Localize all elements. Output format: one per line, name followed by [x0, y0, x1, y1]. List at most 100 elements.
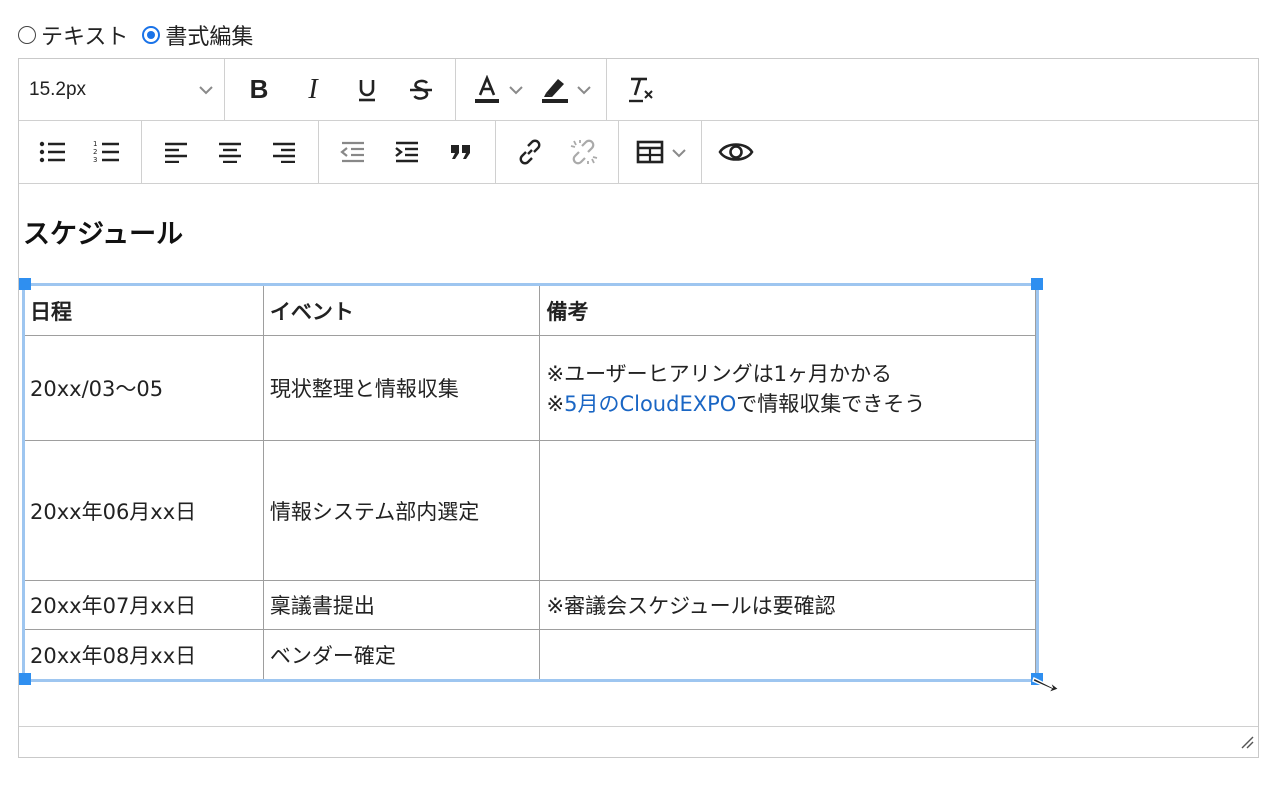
resize-grip-icon[interactable]: [1240, 734, 1254, 753]
outdent-button[interactable]: [333, 132, 373, 172]
resize-handle-bottom-left[interactable]: [19, 673, 31, 685]
bold-button[interactable]: B: [239, 70, 279, 110]
highlight-icon: [542, 78, 568, 103]
preview-group: [702, 121, 770, 183]
align-right-icon: [273, 142, 295, 163]
highlight-dropdown-icon[interactable]: [576, 80, 592, 99]
eye-icon: [718, 143, 754, 161]
numbered-list-button[interactable]: 123: [87, 132, 127, 172]
align-center-icon: [219, 142, 241, 163]
outdent-icon: [340, 141, 364, 163]
table-row: 20xx年07月xx日 稟議書提出 ※審議会スケジュールは要確認: [23, 580, 1036, 630]
bullet-list-icon: [39, 141, 65, 163]
strikethrough-icon: [410, 79, 432, 100]
quote-icon: [451, 145, 470, 159]
note-prefix: ※: [546, 392, 565, 416]
table-icon: [636, 140, 664, 164]
font-size-group: 15.2px: [19, 59, 225, 120]
note-line: ※ユーザーヒアリングは1ヶ月かかる: [546, 362, 893, 386]
header-cell-date[interactable]: 日程: [23, 285, 264, 336]
rich-mode-radio[interactable]: [142, 26, 161, 44]
clear-format-group: [607, 59, 675, 120]
editor-content-area[interactable]: スケジュール 日程 イベント 備考 20xx/03〜05 現状整理と情報収集 ※…: [19, 184, 1258, 727]
note-line: ※5月のCloudEXPOで情報収集できそう: [546, 388, 1029, 418]
bold-icon: B: [249, 74, 269, 104]
rich-mode-label: 書式編集: [165, 25, 254, 50]
text-color-dropdown-icon[interactable]: [508, 80, 524, 99]
indent-group: [319, 121, 496, 183]
table-group: [619, 121, 702, 183]
clear-format-icon: [629, 77, 653, 102]
strikethrough-button[interactable]: [401, 70, 441, 110]
indent-button[interactable]: [387, 132, 427, 172]
text-mode-label: テキスト: [41, 25, 129, 50]
insert-link-button[interactable]: [510, 132, 550, 172]
cell-event[interactable]: ベンダー確定: [262, 629, 541, 680]
rich-text-editor: 15.2px B I 1 2 3 スケジュール 日程 イベント 備考 20xx/…: [18, 58, 1259, 758]
color-group: [456, 59, 607, 120]
mode-option-rich[interactable]: 書式編集: [142, 19, 253, 51]
chevron-down-icon: [198, 79, 214, 101]
insert-table-button[interactable]: [633, 132, 667, 172]
highlight-button[interactable]: [538, 70, 572, 110]
cell-date[interactable]: 20xx年07月xx日: [23, 580, 264, 630]
link-icon: [519, 139, 541, 165]
text-mode-radio[interactable]: [18, 26, 36, 44]
text-color-icon: [475, 74, 499, 103]
svg-text:3: 3: [93, 156, 97, 164]
cell-event[interactable]: 情報システム部内選定: [262, 440, 541, 581]
content-heading: スケジュール: [23, 219, 184, 250]
clear-format-button[interactable]: [621, 70, 661, 110]
table-row: 20xx年06月xx日 情報システム部内選定: [23, 440, 1036, 581]
toolbar-row-formatting: 15.2px B I: [19, 59, 1258, 121]
resize-handle-top-left[interactable]: [19, 278, 31, 290]
preview-button[interactable]: [716, 132, 756, 172]
unlink-icon: [570, 139, 598, 165]
cell-note[interactable]: [539, 629, 1036, 680]
editor-status-bar: [19, 727, 1258, 757]
cell-note[interactable]: ※審議会スケジュールは要確認: [539, 580, 1036, 630]
table-row: 20xx年08月xx日 ベンダー確定: [23, 629, 1036, 680]
cell-note[interactable]: ※ユーザーヒアリングは1ヶ月かかる ※5月のCloudEXPOで情報収集できそう: [539, 335, 1036, 441]
header-cell-event[interactable]: イベント: [262, 285, 541, 336]
cell-event[interactable]: 現状整理と情報収集: [262, 335, 541, 441]
cell-date[interactable]: 20xx/03〜05: [23, 335, 264, 441]
cell-date[interactable]: 20xx年06月xx日: [23, 440, 264, 581]
underline-icon: [359, 79, 375, 101]
text-style-group: B I: [225, 59, 456, 120]
align-left-button[interactable]: [156, 132, 196, 172]
diagonal-resize-cursor-icon: [1032, 674, 1062, 700]
underline-button[interactable]: [347, 70, 387, 110]
italic-button[interactable]: I: [293, 70, 333, 110]
align-group: [142, 121, 319, 183]
blockquote-button[interactable]: [441, 132, 481, 172]
italic-icon: I: [308, 73, 318, 105]
cloud-expo-link[interactable]: 5月のCloudEXPO: [564, 392, 736, 416]
editor-mode-selector: テキスト 書式編集: [18, 18, 253, 52]
numbered-list-icon: 123: [93, 140, 119, 164]
table-header-row: 日程 イベント 備考: [23, 285, 1036, 336]
toolbar-row-structure: 123: [19, 121, 1258, 184]
list-group: 123: [19, 121, 142, 183]
schedule-table-wrapper: 日程 イベント 備考 20xx/03〜05 現状整理と情報収集 ※ユーザーヒアリ…: [23, 285, 1037, 680]
table-dropdown-icon[interactable]: [671, 143, 687, 162]
link-group: [496, 121, 619, 183]
svg-text:2: 2: [93, 148, 97, 156]
align-center-button[interactable]: [210, 132, 250, 172]
note-suffix: で情報収集できそう: [736, 392, 926, 416]
cell-note[interactable]: [539, 440, 1036, 581]
schedule-table[interactable]: 日程 イベント 備考 20xx/03〜05 現状整理と情報収集 ※ユーザーヒアリ…: [23, 285, 1036, 680]
cell-event[interactable]: 稟議書提出: [262, 580, 541, 630]
bullet-list-button[interactable]: [33, 132, 73, 172]
align-left-icon: [165, 142, 187, 163]
align-right-button[interactable]: [264, 132, 304, 172]
svg-text:1: 1: [93, 140, 97, 148]
font-size-select[interactable]: 15.2px: [19, 79, 224, 101]
mode-option-text[interactable]: テキスト: [18, 19, 128, 51]
text-color-button[interactable]: [470, 70, 504, 110]
font-size-value: 15.2px: [29, 78, 87, 100]
remove-link-button[interactable]: [564, 132, 604, 172]
resize-handle-top-right[interactable]: [1031, 278, 1043, 290]
header-cell-note[interactable]: 備考: [539, 285, 1036, 336]
cell-date[interactable]: 20xx年08月xx日: [23, 629, 264, 680]
